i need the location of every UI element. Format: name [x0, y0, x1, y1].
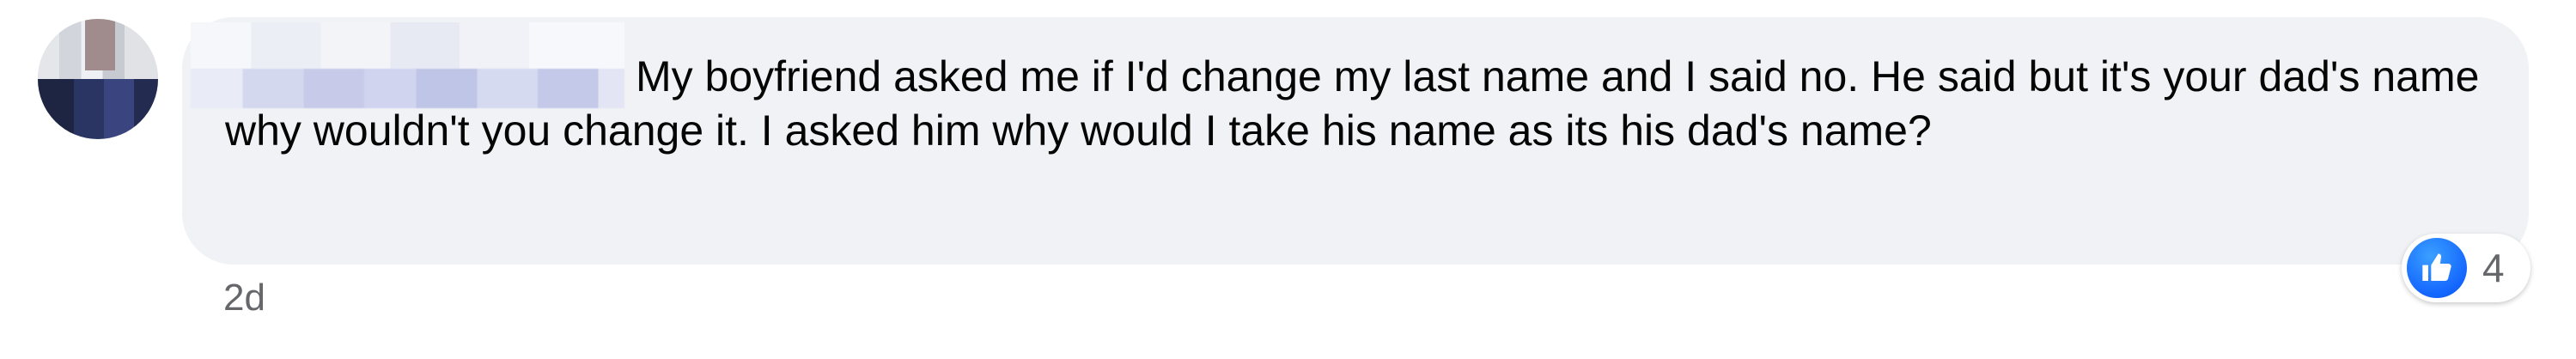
- comment-text-block: My boyfriend asked me if I'd change my l…: [225, 50, 2510, 158]
- reaction-summary[interactable]: 4: [2402, 234, 2530, 302]
- avatar[interactable]: [38, 19, 158, 139]
- comment-text: My boyfriend asked me if I'd change my l…: [225, 52, 2480, 155]
- comment-timestamp[interactable]: 2d: [223, 277, 265, 319]
- reaction-count: 4: [2482, 246, 2505, 290]
- like-icon: [2407, 238, 2467, 298]
